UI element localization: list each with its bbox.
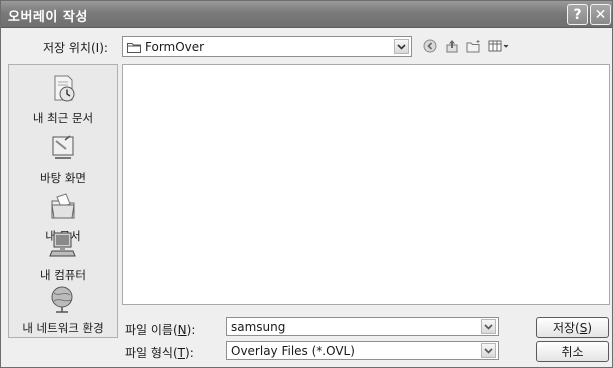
view-menu-icon[interactable] bbox=[488, 38, 510, 54]
chevron-down-icon[interactable] bbox=[481, 319, 496, 334]
close-icon: ✕ bbox=[594, 6, 607, 23]
save-dialog: 오버레이 작성 ? ✕ 저장 위치(I): FormOver 내 최근 문서 바… bbox=[0, 0, 613, 368]
file-type-label: 파일 형식(T): bbox=[125, 346, 194, 360]
place-my-computer[interactable]: 내 컴퓨터 bbox=[9, 230, 117, 283]
place-label: 내 최근 문서 bbox=[32, 111, 94, 125]
save-in-dropdown[interactable]: FormOver bbox=[122, 36, 412, 57]
save-in-folder-name: FormOver bbox=[145, 40, 205, 54]
cancel-button[interactable]: 취소 bbox=[536, 341, 609, 362]
back-icon[interactable] bbox=[422, 38, 438, 54]
file-type-dropdown[interactable]: Overlay Files (*.OVL) bbox=[226, 341, 499, 360]
place-label: 내 네트워크 환경 bbox=[22, 321, 104, 335]
file-list[interactable] bbox=[122, 64, 610, 305]
title-bar[interactable]: 오버레이 작성 ? ✕ bbox=[1, 1, 612, 28]
file-name-value[interactable]: samsung bbox=[231, 320, 285, 334]
my-documents-icon bbox=[51, 193, 75, 219]
network-places-icon bbox=[51, 286, 73, 313]
save-in-label: 저장 위치(I): bbox=[43, 41, 108, 55]
file-name-label: 파일 이름(N): bbox=[125, 323, 196, 337]
places-bar: 내 최근 문서 바탕 화면 내 문서 bbox=[8, 64, 118, 338]
file-type-value: Overlay Files (*.OVL) bbox=[231, 344, 355, 358]
chevron-down-icon[interactable] bbox=[481, 343, 496, 358]
up-folder-icon[interactable] bbox=[444, 38, 460, 54]
help-icon: ? bbox=[573, 6, 582, 23]
close-button[interactable]: ✕ bbox=[590, 4, 611, 25]
recent-documents-icon bbox=[54, 75, 75, 102]
new-folder-icon[interactable] bbox=[466, 38, 482, 54]
save-button[interactable]: 저장(S) bbox=[536, 317, 609, 338]
place-recent-documents[interactable]: 내 최근 문서 bbox=[9, 73, 117, 126]
place-label: 내 컴퓨터 bbox=[40, 268, 86, 282]
chevron-down-icon[interactable] bbox=[394, 39, 409, 54]
desktop-icon bbox=[52, 135, 74, 159]
dialog-title: 오버레이 작성 bbox=[8, 10, 88, 25]
file-name-field[interactable]: samsung bbox=[226, 317, 499, 336]
my-computer-icon bbox=[49, 232, 76, 257]
place-desktop[interactable]: 바탕 화면 bbox=[9, 133, 117, 186]
folder-icon bbox=[127, 42, 141, 53]
help-button[interactable]: ? bbox=[567, 4, 588, 25]
place-label: 바탕 화면 bbox=[40, 171, 86, 185]
folder-toolbar bbox=[422, 38, 510, 54]
place-network[interactable]: 내 네트워크 환경 bbox=[9, 283, 117, 336]
